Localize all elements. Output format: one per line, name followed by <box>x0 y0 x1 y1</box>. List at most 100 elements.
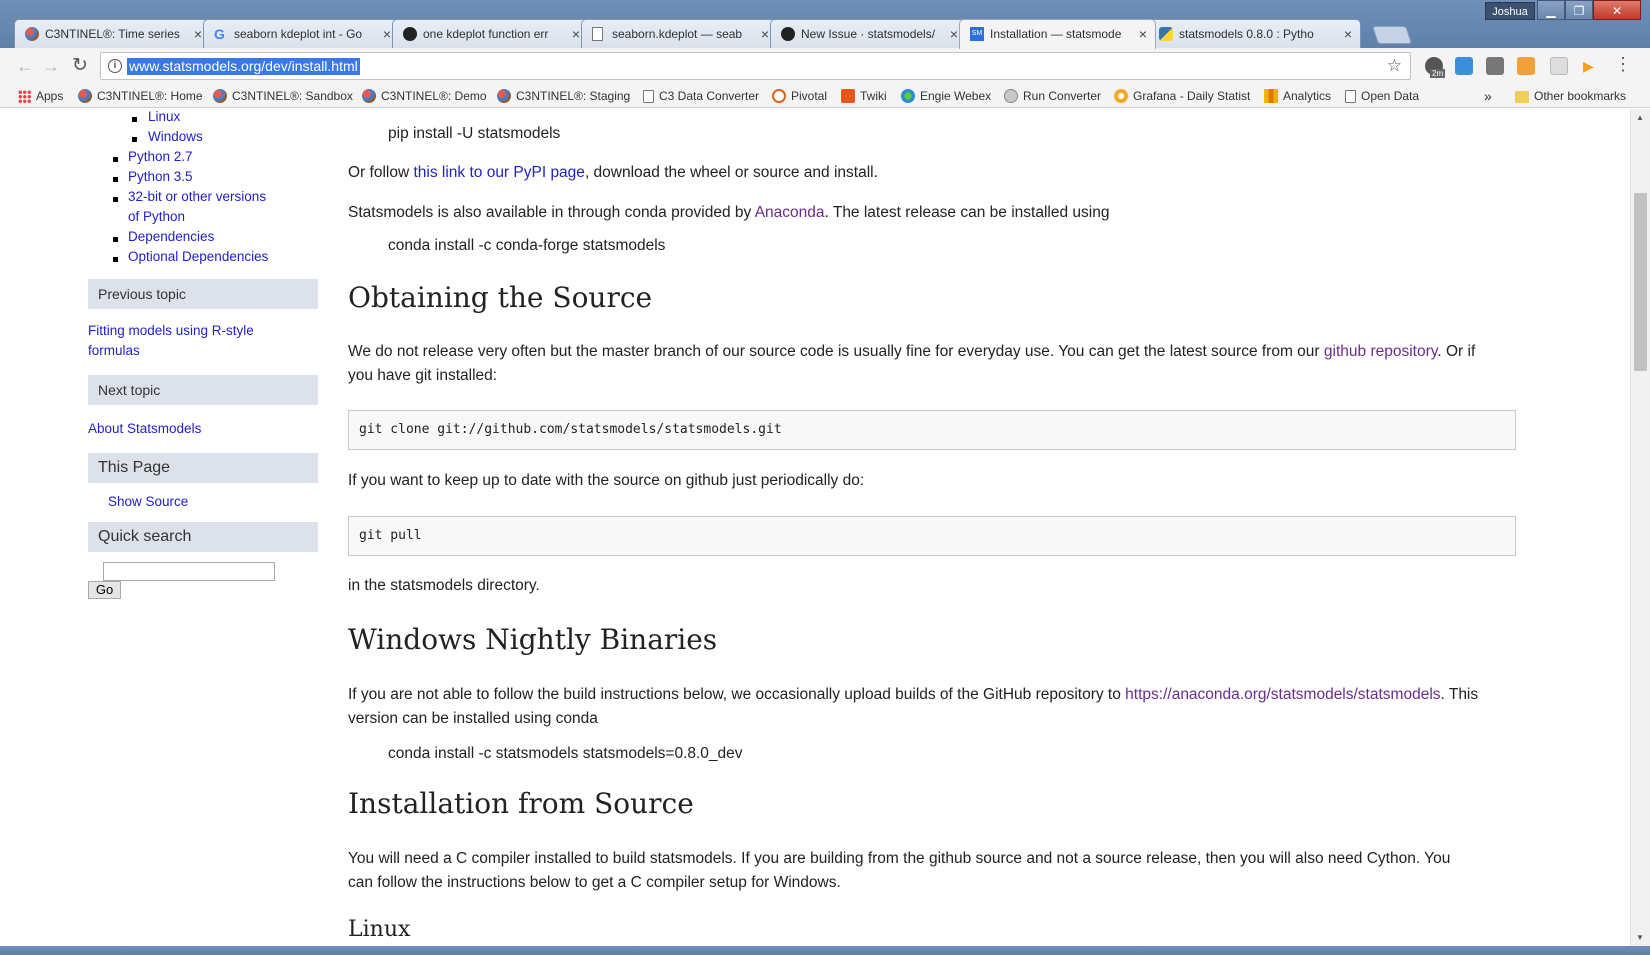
new-tab-button[interactable] <box>1372 26 1412 44</box>
bookmark-open-data[interactable]: Open Data <box>1345 84 1419 108</box>
scroll-down-arrow-icon[interactable]: ▼ <box>1636 933 1644 942</box>
address-bar[interactable]: i www.statsmodels.org/dev/install.html ☆ <box>100 52 1411 80</box>
minimize-button[interactable]: ▁ <box>1537 0 1565 20</box>
bookmark-analytics[interactable]: Analytics <box>1264 84 1331 108</box>
go-button[interactable]: Go <box>88 581 121 599</box>
extension-shield-icon[interactable] <box>1486 57 1504 75</box>
conda-install-command: conda install -c conda-forge statsmodels <box>388 237 666 254</box>
bookmark-c3ntinel-home[interactable]: C3NTINEL®: Home <box>78 84 203 108</box>
other-bookmarks[interactable]: Other bookmarks <box>1515 84 1626 108</box>
twiki-icon <box>841 89 855 103</box>
url-text[interactable]: www.statsmodels.org/dev/install.html <box>127 58 360 75</box>
close-tab-icon[interactable]: × <box>194 20 202 48</box>
page-icon <box>643 90 654 103</box>
close-window-button[interactable]: ✕ <box>1593 0 1641 20</box>
bookmark-grafana[interactable]: Grafana - Daily Statist <box>1114 84 1250 108</box>
extension-tab-icon[interactable] <box>1550 57 1568 75</box>
browser-toolbar: ← → ↻ i www.statsmodels.org/dev/install.… <box>0 48 1650 84</box>
bookmark-twiki[interactable]: Twiki <box>841 84 887 108</box>
tab-new-issue-github[interactable]: New Issue · statsmodels/ × <box>770 19 967 48</box>
bookmark-c3-data-converter[interactable]: C3 Data Converter <box>643 84 759 108</box>
grafana-icon <box>1114 89 1128 103</box>
toc-link-optional-dependencies[interactable]: Optional Dependencies <box>128 249 268 264</box>
quick-search-heading: Quick search <box>88 522 318 552</box>
extension-play-icon[interactable]: ▶ <box>1583 57 1601 75</box>
bullet <box>113 237 118 242</box>
close-tab-icon[interactable]: × <box>950 20 958 48</box>
tab-statsmodels-pypi[interactable]: statsmodels 0.8.0 : Pytho × <box>1148 19 1361 48</box>
bookmark-star-icon[interactable]: ☆ <box>1387 56 1402 76</box>
github-icon <box>781 27 795 41</box>
reload-button[interactable]: ↻ <box>69 55 91 77</box>
bookmark-apps[interactable]: Apps <box>18 84 63 108</box>
close-tab-icon[interactable]: × <box>572 20 580 48</box>
quick-search-input[interactable] <box>103 562 275 581</box>
back-button[interactable]: ← <box>14 55 36 77</box>
tab-seaborn-kdeplot-google[interactable]: G seaborn kdeplot int - Go × <box>203 19 400 48</box>
previous-topic-link[interactable]: Fitting models using R-style <box>88 323 254 338</box>
toc-link-linux[interactable]: Linux <box>148 109 180 124</box>
close-tab-icon[interactable]: × <box>1344 20 1352 48</box>
python-icon <box>1159 27 1173 41</box>
close-tab-icon[interactable]: × <box>1139 20 1147 48</box>
webex-icon <box>901 89 915 103</box>
toc-link-32bit-cont[interactable]: of Python <box>128 209 185 224</box>
vertical-scrollbar[interactable]: ▲ ▼ <box>1630 109 1650 946</box>
next-topic-link[interactable]: About Statsmodels <box>88 421 201 436</box>
bookmark-engie-webex[interactable]: Engie Webex <box>901 84 991 108</box>
conda-paragraph: Statsmodels is also available in through… <box>348 204 1110 221</box>
scrollbar-thumb[interactable] <box>1634 193 1647 371</box>
info-icon[interactable]: i <box>108 59 122 73</box>
toc-link-32bit[interactable]: 32-bit or other versions <box>128 189 266 204</box>
page-content: Linux Windows Python 2.7 Python 3.5 32-b… <box>0 109 1630 946</box>
source-paragraph: We do not release very often but the mas… <box>348 343 1476 360</box>
extension-window-icon[interactable] <box>1455 57 1473 75</box>
bookmark-c3ntinel-demo[interactable]: C3NTINEL®: Demo <box>362 84 487 108</box>
extension-photo-icon[interactable] <box>1517 57 1535 75</box>
github-repository-link[interactable]: github repository <box>1324 343 1437 360</box>
google-icon: G <box>214 26 225 42</box>
github-icon <box>403 27 417 41</box>
tab-c3ntinel-time-series[interactable]: C3NTINEL®: Time series × <box>14 19 211 48</box>
bullet <box>113 157 118 162</box>
toc-link-windows[interactable]: Windows <box>148 129 203 144</box>
close-tab-icon[interactable]: × <box>383 20 391 48</box>
toc-link-dependencies[interactable]: Dependencies <box>128 229 214 244</box>
tab-kdeplot-github[interactable]: one kdeplot function err × <box>392 19 589 48</box>
heading-installation-from-source: Installation from Source <box>348 787 694 820</box>
toc-link-python-27[interactable]: Python 2.7 <box>128 149 193 164</box>
profile-badge[interactable]: Joshua <box>1485 2 1535 20</box>
scroll-up-arrow-icon[interactable]: ▲ <box>1636 113 1644 122</box>
close-tab-icon[interactable]: × <box>761 20 769 48</box>
pypi-link[interactable]: this link to our PyPI page <box>413 164 584 181</box>
bullet <box>132 137 137 142</box>
next-topic-heading: Next topic <box>88 375 318 405</box>
bookmark-pivotal[interactable]: Pivotal <box>772 84 827 108</box>
maximize-button[interactable]: ❐ <box>1565 0 1593 20</box>
install-source-paragraph: You will need a C compiler installed to … <box>348 850 1451 867</box>
tab-title: statsmodels 0.8.0 : Pytho <box>1179 27 1314 41</box>
sm-icon: SM <box>970 27 984 41</box>
toc-link-python-35[interactable]: Python 3.5 <box>128 169 193 184</box>
previous-topic-link-cont[interactable]: formulas <box>88 343 140 358</box>
pivotal-icon <box>772 89 786 103</box>
bullet <box>132 117 137 122</box>
anaconda-statsmodels-link[interactable]: https://anaconda.org/statsmodels/statsmo… <box>1125 686 1440 703</box>
more-bookmarks-chevron-icon[interactable]: » <box>1484 84 1492 108</box>
show-source-link[interactable]: Show Source <box>108 494 188 509</box>
c3-icon <box>362 89 376 103</box>
tab-title: C3NTINEL®: Time series <box>45 27 180 41</box>
analytics-icon <box>1264 89 1278 103</box>
tab-installation-statsmodels[interactable]: SM Installation — statsmode × <box>959 19 1156 49</box>
anaconda-link[interactable]: Anaconda <box>755 204 825 221</box>
c3-icon <box>497 89 511 103</box>
browser-menu-icon[interactable]: ⋮ <box>1614 54 1632 75</box>
nightly-paragraph: If you are not able to follow the build … <box>348 686 1479 703</box>
git-clone-code-block: git clone git://github.com/statsmodels/s… <box>348 410 1516 450</box>
forward-button[interactable]: → <box>40 55 62 77</box>
bookmark-run-converter[interactable]: Run Converter <box>1004 84 1101 108</box>
heading-linux: Linux <box>348 917 411 942</box>
bookmark-c3ntinel-sandbox[interactable]: C3NTINEL®: Sandbox <box>213 84 353 108</box>
bookmark-c3ntinel-staging[interactable]: C3NTINEL®: Staging <box>497 84 630 108</box>
tab-seaborn-kdeplot-docs[interactable]: seaborn.kdeplot — seab × <box>581 19 778 48</box>
